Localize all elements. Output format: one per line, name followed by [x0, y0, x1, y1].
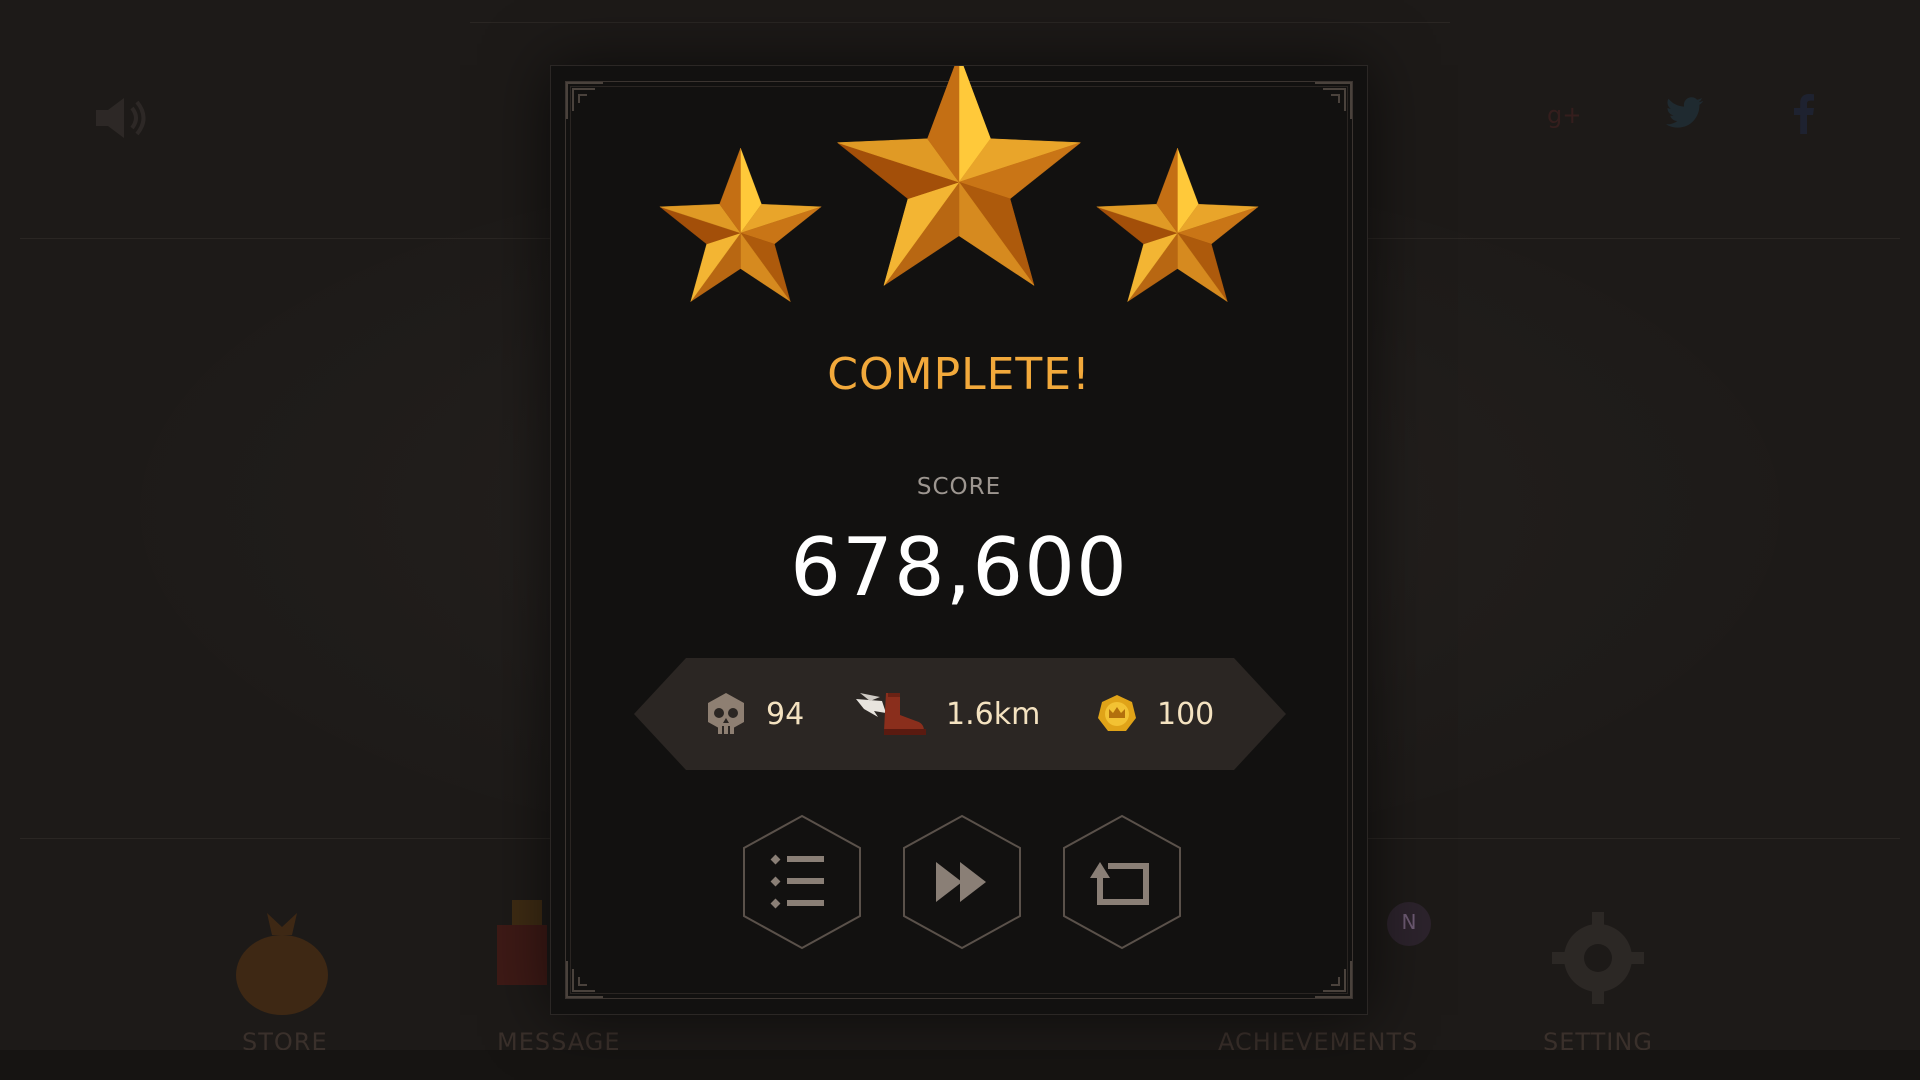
result-title: COMPLETE!	[827, 349, 1091, 400]
svg-text:g+: g+	[1547, 101, 1579, 129]
twitter-icon[interactable]	[1665, 95, 1705, 131]
result-dialog: COMPLETE! SCORE 678,600 94 1.6km 100	[550, 65, 1368, 1015]
stat-kills: 94	[706, 658, 804, 770]
next-level-button[interactable]	[902, 814, 1022, 950]
coins-value: 100	[1157, 696, 1215, 732]
retry-button[interactable]	[1062, 814, 1182, 950]
background-divider	[470, 22, 1450, 23]
corner-ornament	[566, 961, 603, 998]
star-icon-3	[1096, 148, 1259, 302]
facebook-icon[interactable]	[1792, 92, 1816, 134]
setting-gear-icon[interactable]	[1550, 910, 1646, 1006]
score-value: 678,600	[790, 521, 1128, 614]
notification-badge-label: N	[1401, 910, 1417, 934]
bottom-strip	[0, 1050, 1920, 1080]
crown-coin-icon	[1098, 695, 1136, 731]
corner-ornament	[1315, 961, 1352, 998]
skull-icon	[708, 693, 744, 734]
kills-value: 94	[766, 696, 805, 732]
level-list-button[interactable]	[742, 814, 862, 950]
star-icon-1	[659, 148, 822, 302]
store-bag-icon[interactable]	[232, 905, 332, 1015]
stats-bar: 94 1.6km 100	[634, 658, 1286, 770]
star-icon-2	[837, 66, 1081, 286]
sound-icon[interactable]	[92, 96, 150, 140]
google-plus-icon[interactable]: g+	[1545, 97, 1579, 131]
winged-boot-icon	[856, 693, 926, 735]
stat-distance: 1.6km	[856, 658, 1040, 770]
stat-coins: 100	[1097, 658, 1214, 770]
distance-value: 1.6km	[946, 696, 1041, 732]
score-label: SCORE	[916, 474, 1002, 500]
